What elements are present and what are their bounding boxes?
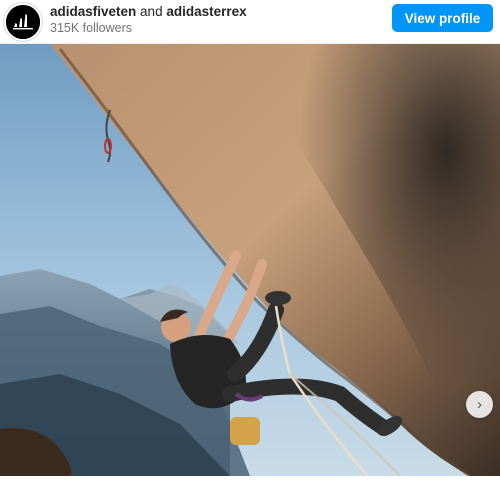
account-names: adidasfiveten and adidasterrex [50,4,247,19]
climbing-photo-illustration [0,44,500,478]
follower-count: 315K followers [50,21,132,35]
post-photo[interactable]: › [0,44,500,478]
post-header: adidasfiveten and adidasterrex 315K foll… [0,0,500,44]
adidas-logo-icon [6,5,40,39]
avatar[interactable] [6,5,40,39]
next-image-button[interactable]: › [466,391,493,418]
account-link-secondary[interactable]: adidasterrex [166,4,246,19]
chevron-right-icon: › [477,396,482,413]
account-joiner: and [140,4,163,19]
view-profile-button[interactable]: View profile [392,4,493,32]
account-link-primary[interactable]: adidasfiveten [50,4,136,19]
